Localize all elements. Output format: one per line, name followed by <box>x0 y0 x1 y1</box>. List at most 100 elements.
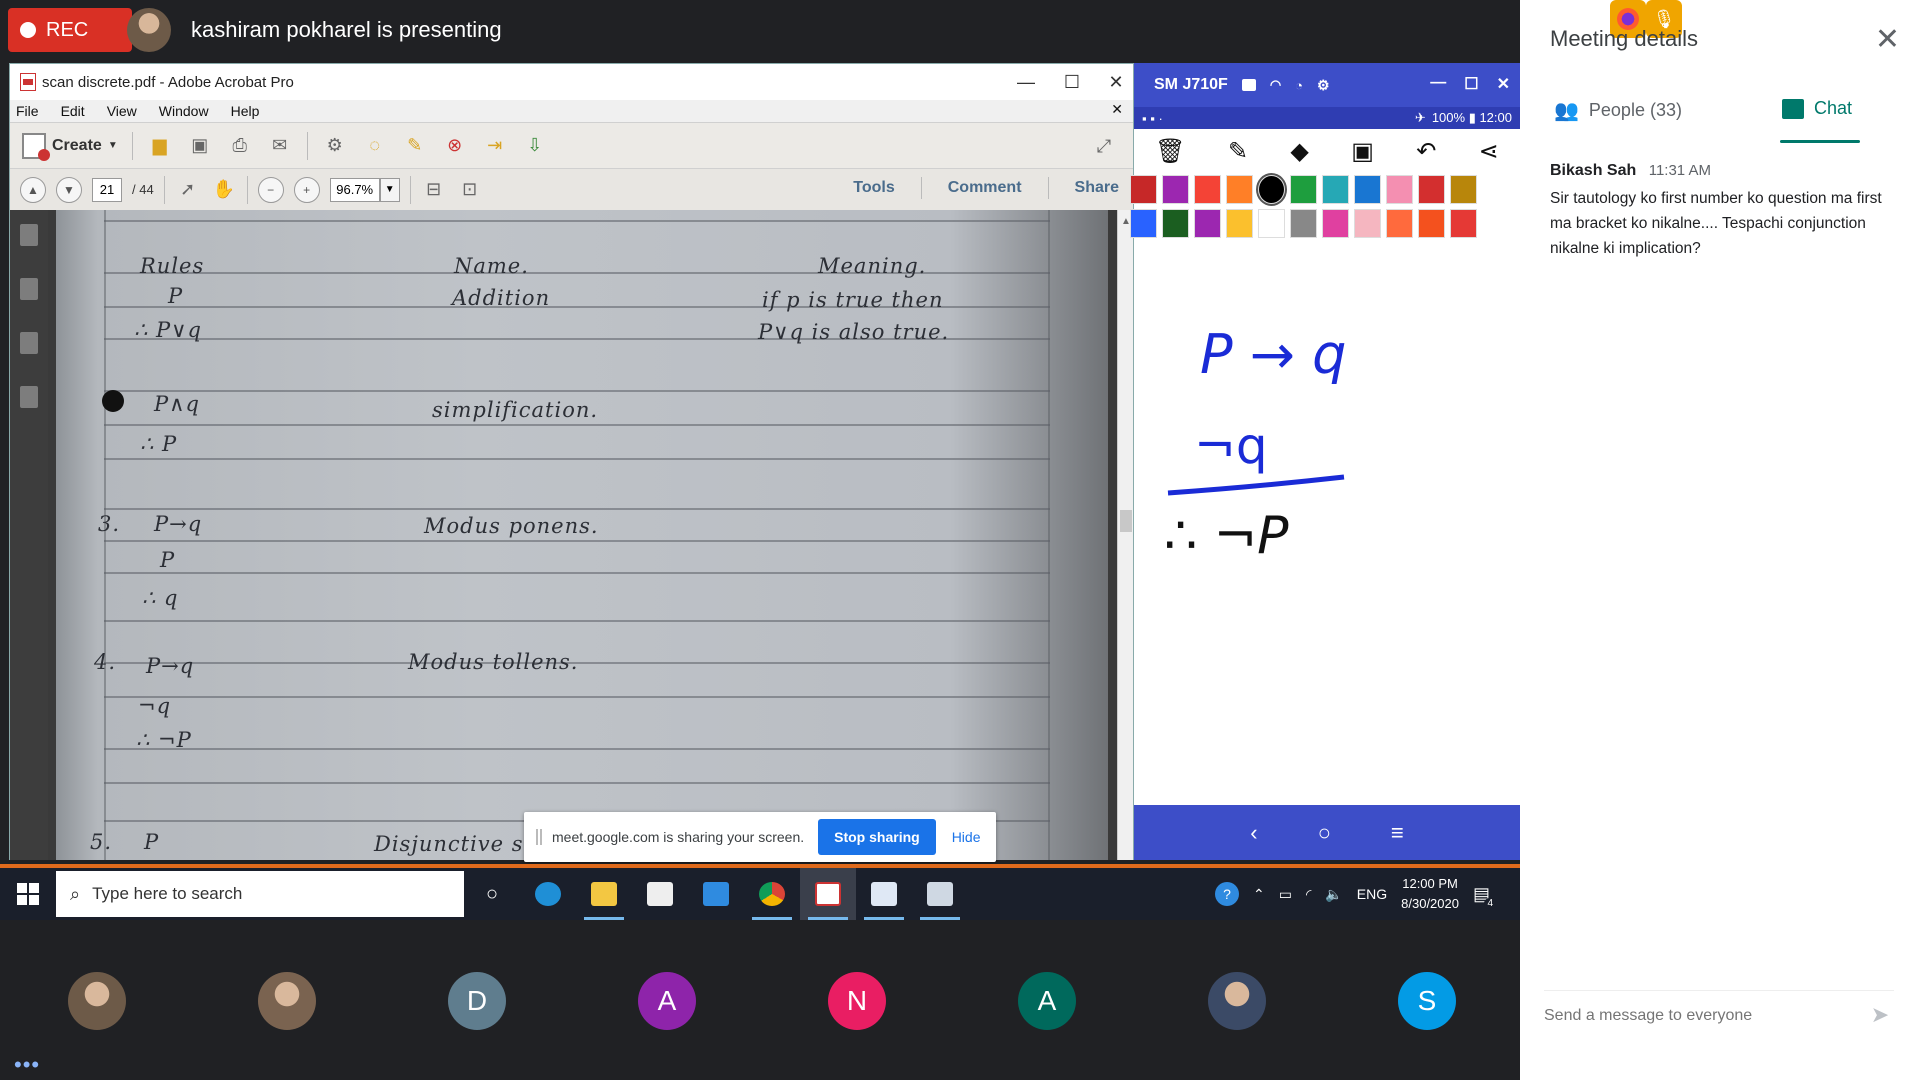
select-cursor-icon[interactable]: ➚ <box>175 177 201 203</box>
maximize-icon[interactable]: ☐ <box>1057 70 1087 94</box>
menu-edit[interactable]: Edit <box>61 103 85 119</box>
drawing-canvas[interactable]: P → q ¬q ∴ ¬P <box>1134 253 1520 811</box>
color-swatch[interactable] <box>1354 209 1381 238</box>
zoom-level-input[interactable]: 96.7% <box>329 177 380 202</box>
color-swatch[interactable] <box>1256 173 1287 206</box>
color-swatch[interactable] <box>1450 209 1477 238</box>
participant-tile[interactable]: 🎙Bikash Sah <box>192 972 382 1030</box>
save-icon[interactable]: ▣ <box>187 133 213 159</box>
signature-icon[interactable] <box>20 386 38 408</box>
participant-tile[interactable]: A🎙Ashish Kattel <box>952 972 1142 1030</box>
email-icon[interactable]: ✉ <box>267 133 293 159</box>
minimize-icon[interactable]: — <box>1430 74 1446 94</box>
battery-icon[interactable]: ▭ <box>1279 886 1292 903</box>
color-swatch[interactable] <box>1290 209 1317 238</box>
chrome-icon[interactable] <box>744 868 800 920</box>
menu-view[interactable]: View <box>107 103 137 119</box>
taskbar-search-box[interactable]: ⌕ Type here to search <box>56 871 464 917</box>
share-icon[interactable]: ⋖ <box>1479 137 1499 166</box>
color-swatch[interactable] <box>1290 175 1317 204</box>
close-panel-icon[interactable]: ✕ <box>1875 22 1900 57</box>
cortana-icon[interactable]: ○ <box>464 868 520 920</box>
start-button[interactable] <box>0 868 56 920</box>
stop-sharing-button[interactable]: Stop sharing <box>818 819 936 855</box>
settings-gear-icon[interactable]: ⚙ <box>1317 77 1330 94</box>
attachment-icon[interactable] <box>20 332 38 354</box>
hand-tool-icon[interactable]: ✋ <box>211 177 237 203</box>
color-swatch[interactable] <box>1194 209 1221 238</box>
menu-help[interactable]: Help <box>231 103 260 119</box>
fit-page-icon[interactable]: ⊟ <box>421 177 447 203</box>
tab-chat[interactable]: Chat <box>1782 98 1852 119</box>
pencil-icon[interactable]: ✎ <box>1228 137 1248 166</box>
color-swatch[interactable] <box>1386 209 1413 238</box>
highlight-icon[interactable]: ✎ <box>402 133 428 159</box>
mail-icon[interactable] <box>688 868 744 920</box>
minimize-icon[interactable]: — <box>1011 70 1041 94</box>
home-icon[interactable]: ○ <box>1318 820 1331 846</box>
close-document-icon[interactable]: ✕ <box>1111 101 1123 118</box>
color-swatch[interactable] <box>1226 209 1253 238</box>
window-app-icon[interactable] <box>856 868 912 920</box>
delete-page-icon[interactable]: ⊗ <box>442 133 468 159</box>
trash-icon[interactable]: 🗑 <box>1155 137 1185 166</box>
file-explorer-icon[interactable] <box>576 868 632 920</box>
print-icon[interactable]: ⎙ <box>227 133 253 159</box>
vertical-scrollbar[interactable]: ▲ <box>1117 210 1133 860</box>
camera-icon[interactable] <box>1241 79 1256 91</box>
chevron-up-icon[interactable]: ⌃ <box>1253 886 1265 903</box>
volume-icon[interactable]: 🔈 <box>1325 886 1342 903</box>
zoom-out-icon[interactable]: − <box>257 176 284 203</box>
drag-handle-icon[interactable] <box>536 829 542 845</box>
clock[interactable]: 12:00 PM 8/30/2020 <box>1401 874 1459 914</box>
color-swatch[interactable] <box>1322 209 1349 238</box>
notification-center-icon[interactable]: ▤ 4 <box>1473 884 1496 909</box>
acrobat-icon[interactable] <box>800 868 856 920</box>
tab-people[interactable]: 👥 People (33) <box>1554 98 1682 123</box>
fullscreen-icon[interactable]: ⤢ <box>1091 133 1117 159</box>
next-page-icon[interactable]: ▼ <box>56 176 82 203</box>
maximize-icon[interactable]: ☐ <box>1464 74 1478 94</box>
color-swatch[interactable] <box>1354 175 1381 204</box>
color-swatch[interactable] <box>1322 175 1349 204</box>
more-options-icon[interactable]: ••• <box>14 1052 40 1078</box>
color-swatch[interactable] <box>1418 209 1445 238</box>
fit-width-icon[interactable]: ⊡ <box>457 177 483 203</box>
color-swatch[interactable] <box>1130 209 1157 238</box>
participant-tile[interactable]: A🎙Anurag Ghimire <box>572 972 762 1030</box>
color-swatch[interactable] <box>1226 175 1253 204</box>
participant-tile[interactable]: D🎙Dip Stha <box>382 972 572 1030</box>
tools-tab[interactable]: Tools <box>853 179 894 197</box>
message-input[interactable] <box>1544 1006 1866 1025</box>
page-thumbnails-icon[interactable] <box>20 224 38 246</box>
color-swatch[interactable] <box>1162 209 1189 238</box>
wifi-icon[interactable]: ◔ <box>1295 78 1303 93</box>
previous-page-icon[interactable]: ▲ <box>20 176 46 203</box>
open-folder-icon[interactable]: ▆ <box>147 133 173 159</box>
export-icon[interactable]: ⇥ <box>482 133 508 159</box>
color-swatch[interactable] <box>1162 175 1189 204</box>
comment-bubble-icon[interactable]: ◌ <box>362 133 388 159</box>
color-swatch[interactable] <box>1258 209 1285 238</box>
participant-tile[interactable]: kashiram pokha... <box>2 972 192 1030</box>
hide-button[interactable]: Hide <box>952 829 981 845</box>
save-icon[interactable]: ▣ <box>1351 137 1374 166</box>
menu-file[interactable]: File <box>16 103 39 119</box>
color-swatch[interactable] <box>1418 175 1445 204</box>
help-icon[interactable]: ? <box>1214 882 1239 906</box>
scrcpy-icon[interactable] <box>912 868 968 920</box>
zoom-dropdown-icon[interactable]: ▼ <box>379 177 400 202</box>
menu-icon[interactable]: ≡ <box>1391 820 1404 846</box>
send-icon[interactable]: ➤ <box>1866 1002 1894 1030</box>
headphones-icon[interactable]: ◠ <box>1270 77 1281 93</box>
participant-tile[interactable]: 🎙Nabin Adhikari <box>1142 972 1332 1030</box>
eraser-icon[interactable]: ◆ <box>1290 137 1308 166</box>
network-icon[interactable]: ◜ <box>1306 886 1311 903</box>
zoom-in-icon[interactable]: + <box>293 176 320 203</box>
color-swatch[interactable] <box>1194 175 1221 204</box>
color-swatch[interactable] <box>1386 175 1413 204</box>
color-swatch[interactable] <box>1130 175 1157 204</box>
edge-browser-icon[interactable] <box>520 868 576 920</box>
bookmark-icon[interactable] <box>20 278 38 300</box>
share-tab[interactable]: Share <box>1075 179 1119 197</box>
